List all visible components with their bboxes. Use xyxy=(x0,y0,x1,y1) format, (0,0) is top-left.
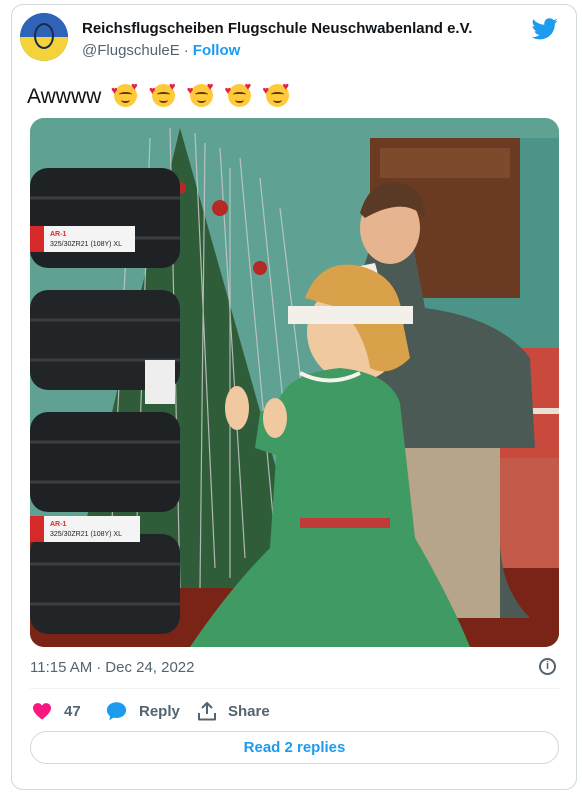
share-label: Share xyxy=(228,702,270,720)
follow-button[interactable]: Follow xyxy=(193,42,241,59)
read-replies-button[interactable]: Read 2 replies xyxy=(30,731,559,764)
reply-label: Reply xyxy=(139,702,180,720)
share-button[interactable]: Share xyxy=(198,700,270,722)
tire-brand-text: AR-1 xyxy=(50,521,66,528)
smiling-face-with-hearts-icon: ♥ ♥ xyxy=(111,82,139,108)
tire-label-bottom xyxy=(30,516,140,542)
separator-dot: · xyxy=(183,42,189,59)
reply-bubble-icon xyxy=(106,702,127,721)
tweet-timestamp[interactable]: 11:15 AM · Dec 24, 2022 xyxy=(30,659,195,676)
tire-size-text: 325/30ZR21 (108Y) XL xyxy=(50,531,122,538)
author-name[interactable]: Reichsflugscheiben Flugschule Neuschwabe… xyxy=(82,20,472,37)
reply-button[interactable]: Reply xyxy=(106,700,180,722)
tire-size-text: 325/30ZR21 (108Y) XL xyxy=(50,241,122,248)
info-icon[interactable]: i xyxy=(539,658,556,675)
like-count: 47 xyxy=(64,702,81,720)
timestamp-separator: · xyxy=(96,659,102,676)
tweet-time: 11:15 AM xyxy=(30,659,93,676)
share-icon xyxy=(198,701,216,720)
smiling-face-with-hearts-icon: ♥ ♥ xyxy=(187,82,215,108)
author-avatar[interactable] xyxy=(20,13,68,61)
tire-brand-text: AR-1 xyxy=(50,231,66,238)
tweet-text: Awwww ♥ ♥ ♥ ♥ ♥ ♥ ♥ ♥ ♥ ♥ xyxy=(27,82,291,109)
smiling-face-with-hearts-icon: ♥ ♥ xyxy=(263,82,291,108)
divider xyxy=(30,688,559,689)
author-handle[interactable]: @FlugschuleE xyxy=(82,42,180,59)
twitter-bird-icon[interactable] xyxy=(532,18,558,40)
smiling-face-with-hearts-icon: ♥ ♥ xyxy=(149,82,177,108)
tweet-text-body: Awwww xyxy=(27,85,102,108)
author-handle-row: @FlugschuleE · Follow xyxy=(82,42,240,59)
smiling-face-with-hearts-icon: ♥ ♥ xyxy=(225,82,253,108)
tweet-photo[interactable]: AR-1 325/30ZR21 (108Y) XL AR-1 325/30ZR21 (… xyxy=(30,118,559,647)
photo-illustration: AR-1 325/30ZR21 (108Y) XL AR-1 325/30ZR21 (… xyxy=(30,118,559,647)
tweet-date: Dec 24, 2022 xyxy=(105,659,195,676)
tire-label-top xyxy=(30,226,135,252)
heart-icon xyxy=(33,703,51,720)
like-button[interactable]: 47 xyxy=(32,700,81,722)
